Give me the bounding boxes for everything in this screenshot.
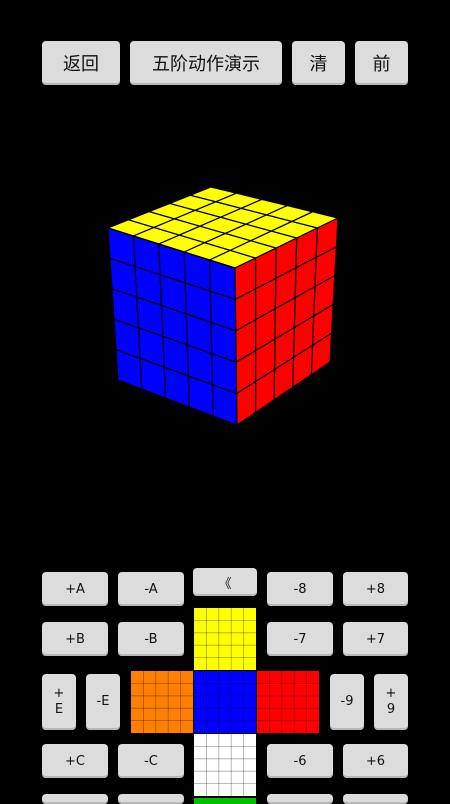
key-label: -B <box>144 631 158 647</box>
key-label: -E <box>96 694 110 709</box>
net-left-face[interactable] <box>131 671 193 733</box>
key-minus-e[interactable]: -E <box>86 674 120 730</box>
net-face-fill <box>194 734 256 796</box>
key-partial-left-1[interactable] <box>42 794 108 804</box>
back-arrow-button[interactable]: 《 <box>193 568 257 596</box>
cube-3d-view[interactable] <box>0 0 450 560</box>
key-label: + <box>385 686 397 701</box>
key-plus-6[interactable]: +6 <box>343 744 408 778</box>
key-label: +7 <box>365 631 386 647</box>
key-label: -8 <box>293 581 307 597</box>
key-plus-9[interactable]: +9 <box>374 674 408 730</box>
net-face-fill <box>257 671 319 733</box>
key-minus-6[interactable]: -6 <box>267 744 333 778</box>
key-label: -C <box>144 753 158 769</box>
key-label: +A <box>65 581 85 597</box>
key-plus-b[interactable]: +B <box>42 622 108 656</box>
key-minus-8[interactable]: -8 <box>267 572 333 606</box>
key-label: E <box>54 702 64 717</box>
key-label: +C <box>65 753 85 769</box>
key-label: -6 <box>293 753 307 769</box>
key-label: +8 <box>365 581 386 597</box>
key-minus-9[interactable]: -9 <box>330 674 364 730</box>
key-minus-a[interactable]: -A <box>118 572 184 606</box>
net-front-face[interactable] <box>194 671 256 733</box>
net-right-face[interactable] <box>257 671 319 733</box>
net-back-face-peek <box>194 798 256 804</box>
key-label: -7 <box>293 631 307 647</box>
key-label: 9 <box>386 702 396 717</box>
key-label: -A <box>144 581 158 597</box>
key-label: + <box>53 686 65 701</box>
key-minus-7[interactable]: -7 <box>267 622 333 656</box>
key-plus-e[interactable]: + E <box>42 674 76 730</box>
net-face-fill <box>194 608 256 670</box>
net-face-fill <box>131 671 193 733</box>
key-minus-b[interactable]: -B <box>118 622 184 656</box>
net-face-fill <box>194 671 256 733</box>
double-left-arrow-icon: 《 <box>218 576 232 592</box>
net-bottom-face[interactable] <box>194 734 256 804</box>
key-plus-7[interactable]: +7 <box>343 622 408 656</box>
key-partial-left-2[interactable] <box>118 794 184 804</box>
key-label: -9 <box>340 694 354 709</box>
key-minus-c[interactable]: -C <box>118 744 184 778</box>
key-plus-8[interactable]: +8 <box>343 572 408 606</box>
key-label: +B <box>65 631 85 647</box>
net-top-face[interactable] <box>194 608 256 670</box>
key-partial-right-1[interactable] <box>267 794 333 804</box>
key-plus-a[interactable]: +A <box>42 572 108 606</box>
key-plus-c[interactable]: +C <box>42 744 108 778</box>
key-partial-right-2[interactable] <box>343 794 408 804</box>
key-label: +6 <box>365 753 386 769</box>
